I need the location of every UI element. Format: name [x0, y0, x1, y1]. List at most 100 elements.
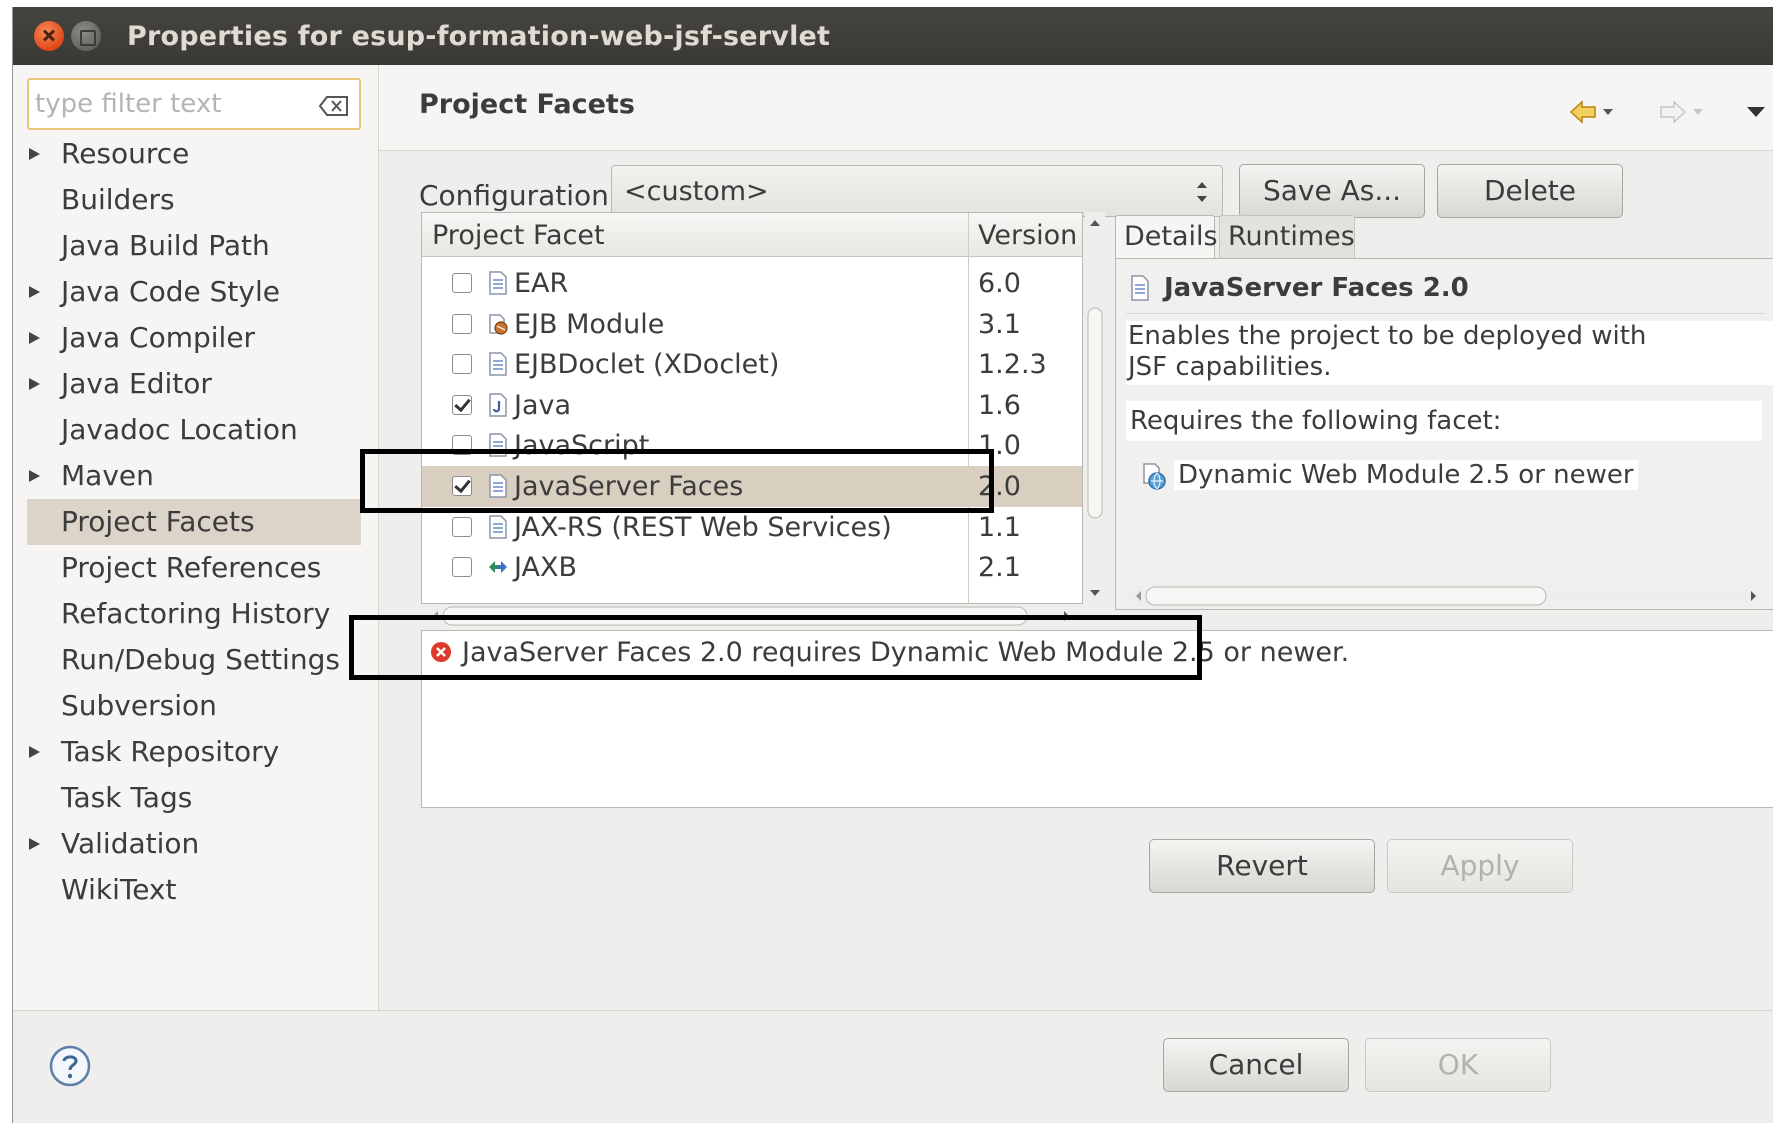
view-menu-icon[interactable]	[1743, 99, 1769, 125]
back-arrow-icon[interactable]	[1569, 99, 1619, 125]
ejb-module-icon	[488, 312, 508, 336]
facet-checkbox[interactable]	[452, 557, 472, 578]
facet-row[interactable]: EAR 6.0	[422, 263, 1082, 304]
ok-button[interactable]: OK	[1365, 1038, 1551, 1092]
details-horizontal-scrollbar[interactable]	[1126, 585, 1766, 607]
required-facet-label: Dynamic Web Module 2.5 or newer	[1174, 460, 1638, 490]
document-icon	[488, 514, 508, 539]
error-message: JavaServer Faces 2.0 requires Dynamic We…	[462, 637, 1350, 668]
nav-item[interactable]: Task Repository	[13, 729, 379, 775]
configuration-select[interactable]: <custom>	[611, 165, 1223, 217]
title-bar: Properties for esup-formation-web-jsf-se…	[13, 7, 1773, 65]
nav-item-label: Run/Debug Settings	[61, 643, 340, 676]
description-line: JSF capabilities.	[1128, 352, 1332, 382]
close-window-button[interactable]	[34, 21, 64, 51]
facet-checkbox[interactable]	[452, 273, 472, 293]
facet-version[interactable]: 1.6	[978, 390, 1021, 421]
expand-arrow-icon[interactable]	[29, 378, 40, 390]
clear-filter-icon[interactable]	[319, 96, 349, 116]
expand-arrow-icon[interactable]	[29, 286, 40, 298]
nav-item[interactable]: Java Editor	[13, 361, 379, 407]
facet-version[interactable]: 1.0	[978, 430, 1021, 461]
facet-row[interactable]: JAX-RS (REST Web Services) 1.1	[422, 507, 1082, 548]
configuration-label: Configuration:	[419, 179, 619, 212]
nav-item[interactable]: Subversion	[13, 683, 379, 729]
expand-arrow-icon[interactable]	[29, 470, 40, 482]
window-title: Properties for esup-formation-web-jsf-se…	[127, 21, 831, 52]
apply-button[interactable]: Apply	[1387, 839, 1573, 893]
save-as-button[interactable]: Save As...	[1239, 164, 1425, 218]
details-title: JavaServer Faces 2.0	[1164, 273, 1469, 303]
expand-arrow-icon[interactable]	[29, 746, 40, 758]
project-facets-page: Project Facets Configuration: <custom> S…	[379, 65, 1773, 1010]
revert-button[interactable]: Revert	[1149, 839, 1375, 893]
column-header-version[interactable]: Version	[978, 220, 1077, 251]
nav-item-label: Task Repository	[61, 735, 280, 768]
column-header-facet[interactable]: Project Facet	[432, 220, 605, 251]
facet-version[interactable]: 2.0	[978, 471, 1021, 502]
facet-name: EJBDoclet (XDoclet)	[514, 349, 780, 381]
nav-item[interactable]: Project References	[13, 545, 379, 591]
nav-item[interactable]: WikiText	[13, 867, 379, 913]
facet-version[interactable]: 2.1	[978, 552, 1021, 583]
facet-row[interactable]: Java 1.6	[422, 385, 1082, 426]
facet-row[interactable]: JAXB 2.1	[422, 547, 1082, 588]
tab-details[interactable]: Details	[1115, 215, 1218, 259]
nav-item[interactable]: Java Compiler	[13, 315, 379, 361]
nav-item-label: Resource	[61, 137, 190, 170]
expand-arrow-icon[interactable]	[29, 332, 40, 344]
delete-button[interactable]: Delete	[1437, 164, 1623, 218]
nav-item[interactable]: Run/Debug Settings	[13, 637, 379, 683]
nav-item-label: Builders	[61, 183, 175, 216]
facet-version[interactable]: 3.1	[978, 309, 1021, 340]
jaxb-arrows-icon	[488, 555, 508, 579]
facet-vertical-scrollbar[interactable]	[1085, 212, 1105, 604]
facet-checkbox[interactable]	[452, 435, 472, 456]
select-updown-icon	[1197, 182, 1207, 202]
properties-dialog: Properties for esup-formation-web-jsf-se…	[12, 7, 1773, 1123]
facet-row[interactable]: JavaServer Faces 2.0	[422, 465, 1082, 507]
problems-area: JavaServer Faces 2.0 requires Dynamic We…	[421, 630, 1773, 808]
forward-arrow-icon[interactable]	[1659, 99, 1709, 125]
facet-row[interactable]: EJB Module 3.1	[422, 304, 1082, 345]
nav-item[interactable]: Project Facets	[27, 499, 361, 545]
document-icon	[488, 352, 508, 376]
nav-item[interactable]: Builders	[13, 177, 379, 223]
nav-item-label: Task Tags	[61, 781, 193, 814]
nav-item-label: Validation	[61, 827, 200, 860]
facet-version[interactable]: 6.0	[978, 268, 1021, 299]
facet-horizontal-scrollbar[interactable]	[421, 605, 1081, 627]
facet-row[interactable]: JavaScript 1.0	[422, 425, 1082, 466]
facet-checkbox[interactable]	[452, 313, 472, 334]
web-module-icon	[1143, 463, 1166, 490]
facet-checkbox[interactable]	[452, 475, 472, 496]
document-icon	[488, 271, 508, 295]
facet-version[interactable]: 1.2.3	[978, 349, 1047, 380]
filter-input[interactable]	[35, 87, 295, 121]
facet-checkbox[interactable]	[452, 394, 472, 415]
nav-item[interactable]: Javadoc Location	[13, 407, 379, 453]
facet-checkbox[interactable]	[452, 354, 472, 375]
nav-item[interactable]: Resource	[13, 131, 379, 177]
minimize-window-button[interactable]	[71, 21, 101, 51]
nav-item[interactable]: Task Tags	[13, 775, 379, 821]
nav-item[interactable]: Refactoring History	[13, 591, 379, 637]
facet-version[interactable]: 1.1	[978, 512, 1021, 543]
facet-list: EAR 6.0 EJB Module 3.1 EJBDoclet (XDoclet) 1.…	[422, 263, 1082, 588]
facet-name: JAX-RS (REST Web Services)	[514, 511, 892, 543]
nav-item-label: Refactoring History	[61, 597, 331, 630]
facet-checkbox[interactable]	[452, 516, 472, 537]
facet-name: EJB Module	[514, 308, 665, 340]
help-icon[interactable]	[49, 1045, 91, 1087]
nav-item[interactable]: Maven	[13, 453, 379, 499]
document-icon	[1131, 275, 1149, 301]
nav-item[interactable]: Validation	[13, 821, 379, 867]
cancel-button[interactable]: Cancel	[1163, 1038, 1349, 1092]
expand-arrow-icon[interactable]	[29, 148, 40, 160]
facet-row[interactable]: EJBDoclet (XDoclet) 1.2.3	[422, 344, 1082, 385]
expand-arrow-icon[interactable]	[29, 838, 40, 850]
nav-item[interactable]: Java Code Style	[13, 269, 379, 315]
nav-item-label: Java Editor	[61, 367, 212, 400]
nav-item[interactable]: Java Build Path	[13, 223, 379, 269]
tab-runtimes[interactable]: Runtimes	[1219, 215, 1355, 259]
